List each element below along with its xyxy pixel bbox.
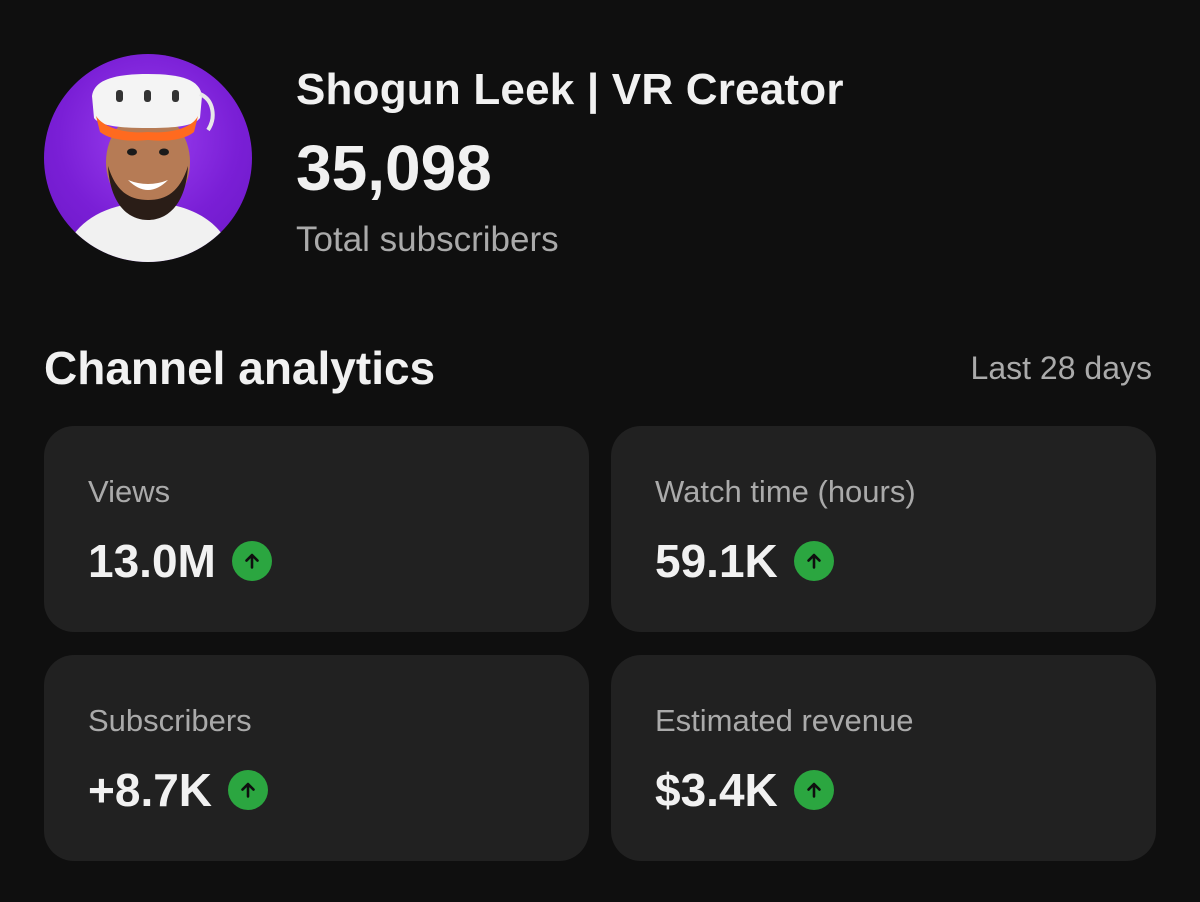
metric-card-subscribers[interactable]: Subscribers +8.7K	[44, 655, 589, 861]
section-title: Channel analytics	[44, 342, 436, 394]
metric-value: +8.7K	[88, 764, 213, 816]
metric-value-row: 59.1K	[655, 534, 834, 588]
metric-value-row: $3.4K	[655, 763, 834, 817]
metrics-grid: Views 13.0M Watch time (hours) 59.1K Sub…	[44, 426, 1156, 861]
metric-label: Estimated revenue	[655, 703, 914, 738]
metric-card-revenue[interactable]: Estimated revenue $3.4K	[611, 655, 1156, 861]
arrow-up-icon	[793, 770, 834, 810]
metric-value: 13.0M	[88, 535, 216, 587]
metric-label: Subscribers	[88, 703, 252, 738]
period-label: Last 28 days	[970, 350, 1152, 386]
metric-card-watch-time[interactable]: Watch time (hours) 59.1K	[611, 426, 1156, 632]
metric-label: Views	[88, 474, 171, 509]
metric-value-row: +8.7K	[88, 763, 269, 817]
metric-value-row: 13.0M	[88, 534, 272, 588]
channel-name: Shogun Leek | VR Creator	[296, 65, 844, 114]
arrow-up-icon	[228, 770, 269, 810]
subscriber-count-label: Total subscribers	[296, 220, 559, 259]
metric-card-views[interactable]: Views 13.0M	[44, 426, 589, 632]
metric-value: $3.4K	[655, 764, 778, 816]
avatar-image	[62, 74, 234, 262]
channel-avatar[interactable]	[44, 54, 252, 262]
metric-label: Watch time (hours)	[655, 474, 916, 509]
arrow-up-icon	[231, 541, 272, 581]
arrow-up-icon	[793, 541, 834, 581]
subscriber-count: 35,098	[296, 132, 492, 204]
metric-value: 59.1K	[655, 535, 778, 587]
